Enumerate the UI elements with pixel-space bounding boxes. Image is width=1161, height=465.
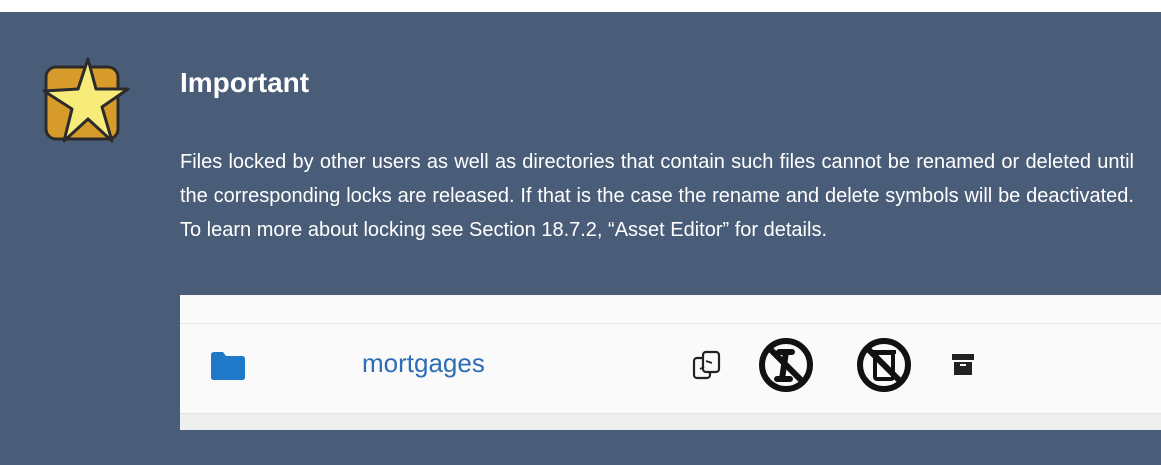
delete-disabled-icon[interactable] bbox=[856, 337, 912, 393]
important-admonition: Important Files locked by other users as… bbox=[0, 12, 1161, 465]
embedded-screenshot: mortgages bbox=[180, 295, 1161, 430]
admonition-title: Important bbox=[180, 67, 310, 98]
folder-name-link[interactable]: mortgages bbox=[362, 348, 485, 379]
archive-icon[interactable] bbox=[950, 351, 976, 377]
copy-icon[interactable] bbox=[690, 349, 724, 383]
row-bottom-band bbox=[180, 413, 1161, 430]
folder-icon bbox=[211, 352, 245, 380]
row-divider bbox=[180, 323, 1161, 324]
rename-disabled-icon[interactable] bbox=[758, 337, 814, 393]
star-icon bbox=[42, 57, 130, 143]
admonition-body: Files locked by other users as well as d… bbox=[180, 151, 1134, 241]
